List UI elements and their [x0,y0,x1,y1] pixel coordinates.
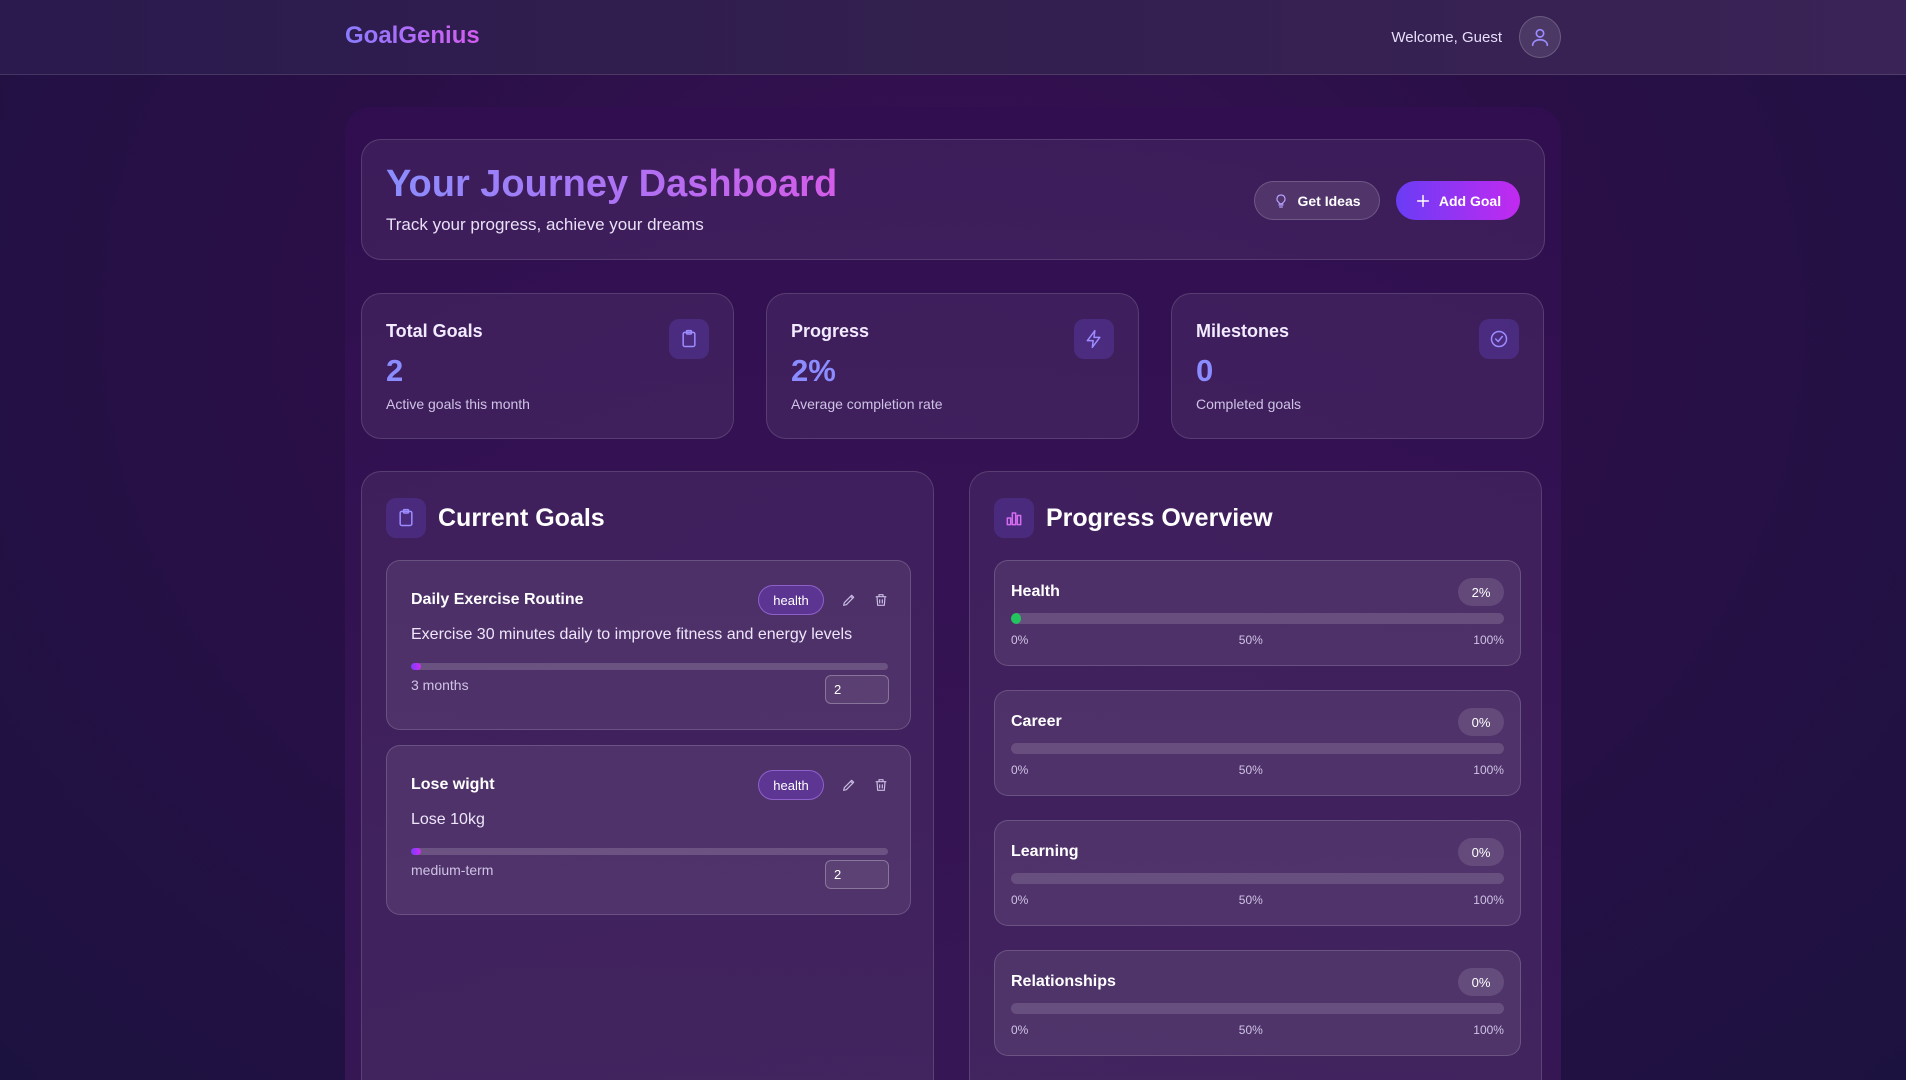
stat-value: 2% [791,353,836,388]
stat-title: Progress [791,321,870,341]
top-navigation-bar: GoalGenius Welcome, Guest [0,0,1906,75]
stat-note: Average completion rate [791,396,943,412]
lightning-icon [1074,319,1114,359]
scale-max: 100% [1473,633,1504,647]
goal-timeframe: medium-term [411,862,494,878]
scale-max: 100% [1473,893,1504,907]
welcome-text: Welcome, Guest [1391,29,1502,46]
edit-icon[interactable] [841,592,857,608]
panel-header: Progress Overview [994,498,1273,538]
goal-progress-fill [411,663,421,670]
page-title: Your Journey Dashboard [386,163,838,205]
user-avatar-button[interactable] [1519,16,1561,58]
stat-note: Active goals this month [386,396,530,412]
plus-icon [1416,194,1429,207]
panel-title: Current Goals [438,503,605,532]
stat-value: 0 [1196,353,1214,388]
category-percent-badge: 0% [1458,838,1504,866]
scale-min: 0% [1011,893,1029,907]
add-goal-button[interactable]: Add Goal [1396,181,1520,220]
category-percent-badge: 0% [1458,708,1504,736]
category-percent-badge: 2% [1458,578,1504,606]
progress-scale: 0% 50% 100% [1011,1023,1504,1037]
goal-progress-fill [411,848,421,855]
goal-progress-bar [411,663,888,670]
category-progress-fill [1011,613,1021,624]
goal-card[interactable]: Daily Exercise Routine health Exercise 3… [386,560,911,730]
scale-mid: 50% [1238,893,1263,907]
category-progress-learning: Learning 0% 0% 50% 100% [994,820,1521,926]
trash-icon[interactable] [873,777,889,793]
brand-logo[interactable]: GoalGenius [345,22,480,50]
stat-title: Total Goals [386,321,483,341]
goal-title: Lose wight [411,776,495,793]
clipboard-icon [386,498,426,538]
goal-title: Daily Exercise Routine [411,591,584,608]
goal-progress-bar [411,848,888,855]
clipboard-icon [669,319,709,359]
user-icon [1531,28,1549,47]
category-progress-bar [1011,613,1504,624]
scale-mid: 50% [1238,763,1263,777]
page-subtitle: Track your progress, achieve your dreams [386,215,704,234]
scale-mid: 50% [1238,1023,1263,1037]
add-goal-label: Add Goal [1438,192,1502,209]
category-label: Health [1011,583,1060,600]
category-percent-badge: 0% [1458,968,1504,996]
panel-header: Current Goals [386,498,605,538]
category-progress-bar [1011,1003,1504,1014]
stat-title: Milestones [1196,321,1290,341]
get-ideas-button[interactable]: Get Ideas [1254,181,1380,220]
scale-max: 100% [1473,763,1504,777]
edit-icon[interactable] [841,777,857,793]
goal-description: Exercise 30 minutes daily to improve fit… [411,626,853,643]
scale-max: 100% [1473,1023,1504,1037]
stat-card-total-goals: Total Goals 2 Active goals this month [361,293,734,439]
goal-category-tag: health [758,770,824,800]
lightbulb-icon [1276,193,1287,208]
bar-chart-icon [994,498,1034,538]
progress-scale: 0% 50% 100% [1011,763,1504,777]
category-progress-health: Health 2% 0% 50% 100% [994,560,1521,666]
scale-mid: 50% [1238,633,1263,647]
category-label: Relationships [1011,973,1116,990]
progress-overview-panel: Progress Overview Health 2% 0% 50% 100% … [969,471,1542,1080]
category-label: Learning [1011,843,1079,860]
panel-title: Progress Overview [1046,503,1273,532]
current-goals-panel: Current Goals Daily Exercise Routine hea… [361,471,934,1080]
goal-category-tag: health [758,585,824,615]
stat-card-milestones: Milestones 0 Completed goals [1171,293,1544,439]
goal-timeframe: 3 months [411,677,469,693]
check-circle-icon [1479,319,1519,359]
progress-scale: 0% 50% 100% [1011,893,1504,907]
goal-progress-input[interactable] [825,860,889,889]
category-label: Career [1011,713,1062,730]
goal-card[interactable]: Lose wight health Lose 10kg medium-term [386,745,911,915]
category-progress-career: Career 0% 0% 50% 100% [994,690,1521,796]
scale-min: 0% [1011,633,1029,647]
goal-description: Lose 10kg [411,811,485,828]
stat-card-progress: Progress 2% Average completion rate [766,293,1139,439]
get-ideas-label: Get Ideas [1297,192,1361,209]
trash-icon[interactable] [873,592,889,608]
scale-min: 0% [1011,1023,1029,1037]
category-progress-bar [1011,743,1504,754]
goal-progress-input[interactable] [825,675,889,704]
category-progress-relationships: Relationships 0% 0% 50% 100% [994,950,1521,1056]
stat-note: Completed goals [1196,396,1302,412]
category-progress-bar [1011,873,1504,884]
progress-scale: 0% 50% 100% [1011,633,1504,647]
scale-min: 0% [1011,763,1029,777]
stat-value: 2 [386,353,404,388]
